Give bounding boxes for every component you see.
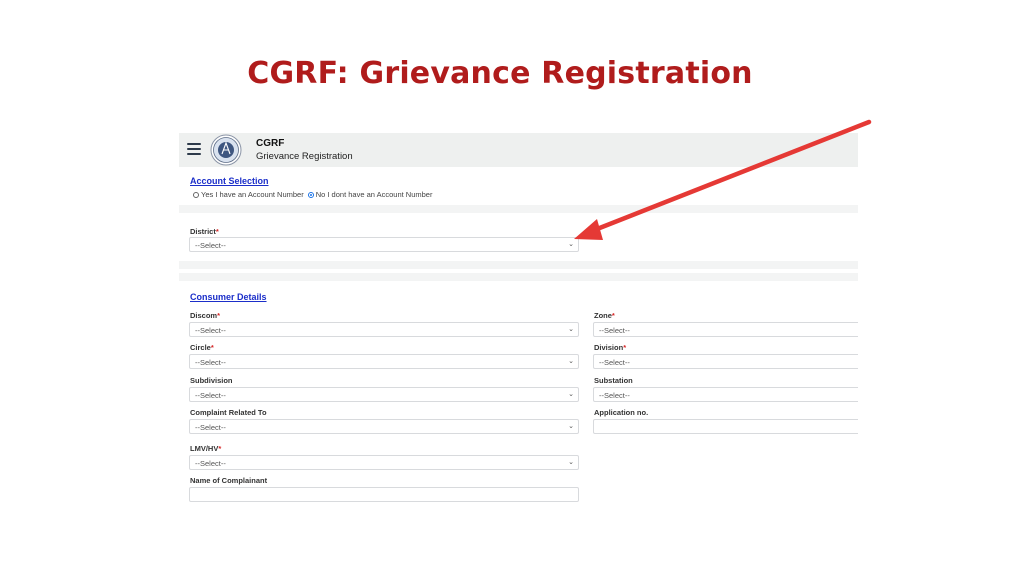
arrow-head-icon <box>574 219 603 240</box>
arrow-shaft <box>589 119 872 234</box>
annotation-arrow <box>574 119 872 240</box>
